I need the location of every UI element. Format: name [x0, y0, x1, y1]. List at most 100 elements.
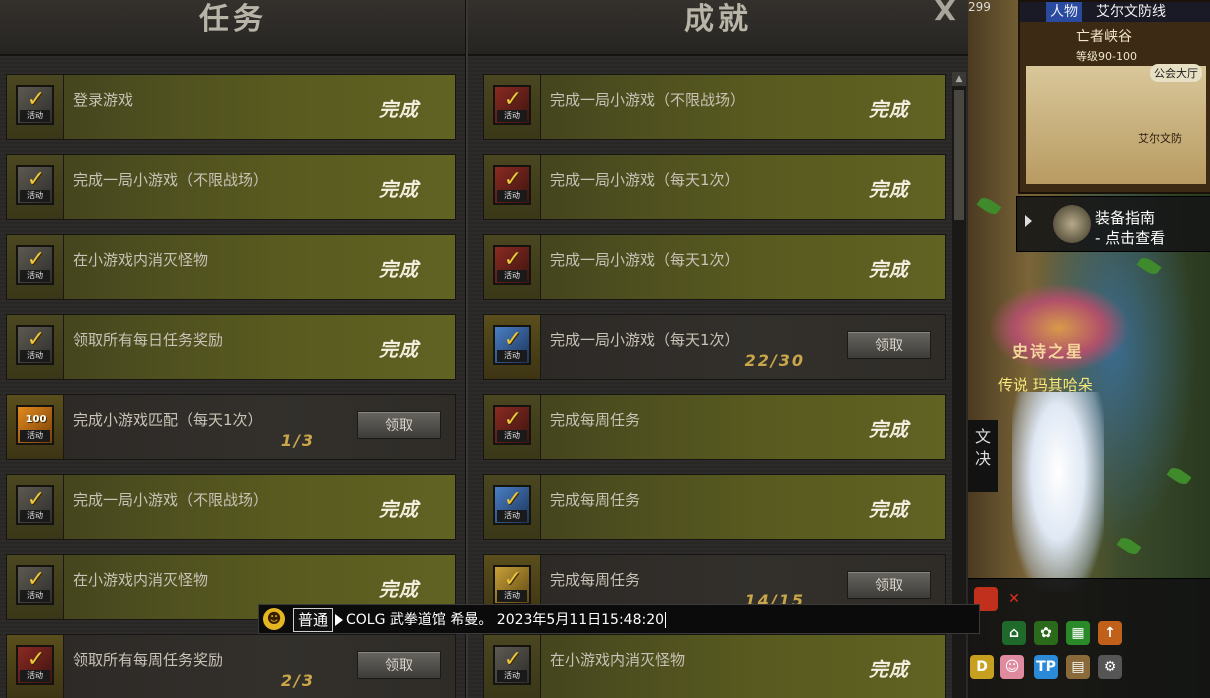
check-glyph: ✓: [26, 327, 46, 352]
complete-label: 完成: [868, 99, 909, 121]
minimap-map[interactable]: [1026, 66, 1206, 184]
area-name: 亡者峡谷: [1076, 29, 1132, 45]
check-glyph: ✓: [26, 87, 46, 112]
event-tag: 活动: [497, 510, 527, 522]
leaf-decoration: [1166, 464, 1192, 488]
achievement-icon-frame: ✓ 活动: [484, 475, 541, 539]
level-range: 等级90-100: [1076, 50, 1137, 63]
pet-sprite: [1012, 392, 1104, 592]
task-panel-title: 任务: [0, 0, 466, 56]
achievement-row: ✓ 活动 完成一局小游戏（每天1次） 22/30 领取: [483, 314, 946, 380]
epic-star-emblem: 史诗之星: [990, 284, 1128, 372]
task-icon-frame: ✓ 活动: [7, 235, 64, 299]
task-title: 在小游戏内消灭怪物: [73, 251, 209, 269]
check-glyph: ✓: [503, 647, 523, 672]
task-icon-frame: ✓ 活动: [7, 155, 64, 219]
checkmark-icon: ✓ 活动: [493, 485, 531, 525]
achievement-icon-frame: ✓ 活动: [484, 155, 541, 219]
event-tag: 活动: [497, 350, 527, 362]
check-glyph: 100: [25, 414, 47, 425]
achievement-title: 完成每周任务: [550, 571, 641, 589]
settings-icon[interactable]: ⚙: [1098, 655, 1122, 679]
achievement-row: ✓ 活动 完成一局小游戏（每天1次） 完成: [483, 234, 946, 300]
expand-arrow-icon[interactable]: [1025, 215, 1032, 227]
achievement-row: ✓ 活动 完成一局小游戏（每天1次） 完成: [483, 154, 946, 220]
claim-button[interactable]: 领取: [847, 331, 931, 359]
equipment-guide-button[interactable]: 装备指南 - 点击查看: [1016, 196, 1210, 252]
chat-input-text[interactable]: COLG 武拳道馆 希曼。 2023年5月11日15:48:20: [346, 612, 664, 628]
guide-title: 装备指南: [1095, 209, 1156, 227]
close-button[interactable]: X: [930, 0, 960, 30]
event-tag: 活动: [20, 190, 50, 202]
task-title: 领取所有每周任务奖励: [73, 651, 224, 669]
zone-name: 艾尔文防线: [1096, 4, 1166, 20]
scroll-up-icon[interactable]: ▲: [952, 72, 966, 86]
achievement-row: ✓ 活动 完成每周任务 完成: [483, 394, 946, 460]
side-tab[interactable]: 文 决: [968, 420, 998, 492]
complete-label: 完成: [378, 579, 419, 601]
chat-channel-selector[interactable]: 普通: [293, 608, 334, 632]
check-glyph: ✓: [503, 87, 523, 112]
tp-icon[interactable]: TP: [1034, 655, 1058, 679]
complete-label: 完成: [868, 259, 909, 281]
home-icon[interactable]: ⌂: [1002, 621, 1026, 645]
achievement-row: ✓ 活动 在小游戏内消灭怪物 完成: [483, 634, 946, 698]
task-row: ✓ 活动 登录游戏 完成: [6, 74, 456, 140]
check-glyph: ✓: [26, 167, 46, 192]
ticket-icon: 100 活动: [16, 405, 54, 445]
progress-count: 22/30: [744, 351, 805, 370]
channel-arrow-icon[interactable]: [335, 614, 343, 626]
task-row: ✓ 活动 领取所有每周任务奖励 2/3 领取: [6, 634, 456, 698]
emblem-text: 史诗之星: [1012, 342, 1085, 361]
achievement-panel: 成就 ✓ 活动 完成一局小游戏（不限战场） 完成 ✓ 活动 完成一局小游戏（每天1次） 完成 ✓…: [468, 0, 968, 698]
task-title: 完成一局小游戏（不限战场）: [73, 171, 269, 189]
achievement-icon-frame: ✓ 活动: [484, 395, 541, 459]
claim-button[interactable]: 领取: [847, 571, 931, 599]
claim-button[interactable]: 领取: [357, 411, 441, 439]
event-tag: 活动: [497, 110, 527, 122]
dungeon-icon[interactable]: D: [970, 655, 994, 679]
coordinate-readout: 299: [968, 0, 991, 14]
achievement-title: 在小游戏内消灭怪物: [550, 651, 686, 669]
checkmark-icon: ✓ 活动: [16, 325, 54, 365]
task-title: 领取所有每日任务奖励: [73, 331, 224, 349]
achievement-icon-frame: ✓ 活动: [484, 75, 541, 139]
checkmark-icon: ✓ 活动: [16, 165, 54, 205]
task-title: 完成一局小游戏（不限战场）: [73, 491, 269, 509]
claim-button[interactable]: 领取: [357, 651, 441, 679]
check-glyph: ✓: [26, 647, 46, 672]
check-glyph: ✓: [26, 487, 46, 512]
upgrade-icon[interactable]: ↑: [1098, 621, 1122, 645]
checkmark-icon: ✓ 活动: [16, 645, 54, 685]
chat-input[interactable]: COLG 武拳道馆 希曼。 2023年5月11日15:48:20: [346, 609, 667, 631]
checkmark-icon: ✓ 活动: [493, 165, 531, 205]
task-title: 完成小游戏匹配（每天1次）: [73, 411, 263, 429]
check-glyph: ✓: [26, 567, 46, 592]
sprout-icon[interactable]: ✿: [1034, 621, 1058, 645]
crossed-swords-icon[interactable]: ✕: [1002, 587, 1026, 611]
task-row: ✓ 活动 领取所有每日任务奖励 完成: [6, 314, 456, 380]
guild-hall-label[interactable]: 公会大厅: [1150, 64, 1202, 82]
emoji-icon[interactable]: ☻: [263, 608, 285, 630]
event-tag: 活动: [20, 270, 50, 282]
board-icon[interactable]: ▦: [1066, 621, 1090, 645]
check-glyph: ✓: [503, 567, 523, 592]
avatar-icon[interactable]: ☺: [1000, 655, 1024, 679]
achievement-title: 完成每周任务: [550, 411, 641, 429]
scroll-thumb[interactable]: [954, 90, 964, 220]
checkmark-icon: ✓ 活动: [16, 245, 54, 285]
chat-bar[interactable]: ☻ 普通 COLG 武拳道馆 希曼。 2023年5月11日15:48:20: [258, 604, 980, 634]
leaf-decoration: [976, 194, 1002, 218]
event-tag: 活动: [20, 350, 50, 362]
achievement-row: ✓ 活动 完成每周任务 完成: [483, 474, 946, 540]
complete-label: 完成: [868, 419, 909, 441]
book-icon[interactable]: ▤: [1066, 655, 1090, 679]
checkmark-icon: ✓ 活动: [493, 85, 531, 125]
minimap-tab[interactable]: 人物: [1046, 2, 1082, 22]
minimap[interactable]: 人物 艾尔文防线 亡者峡谷 等级90-100 公会大厅 艾尔文防: [1018, 0, 1210, 194]
achievement-icon-frame: ✓ 活动: [484, 635, 541, 698]
event-tag: 活动: [497, 190, 527, 202]
event-tag: 活动: [497, 430, 527, 442]
check-glyph: ✓: [503, 167, 523, 192]
complete-label: 完成: [378, 499, 419, 521]
